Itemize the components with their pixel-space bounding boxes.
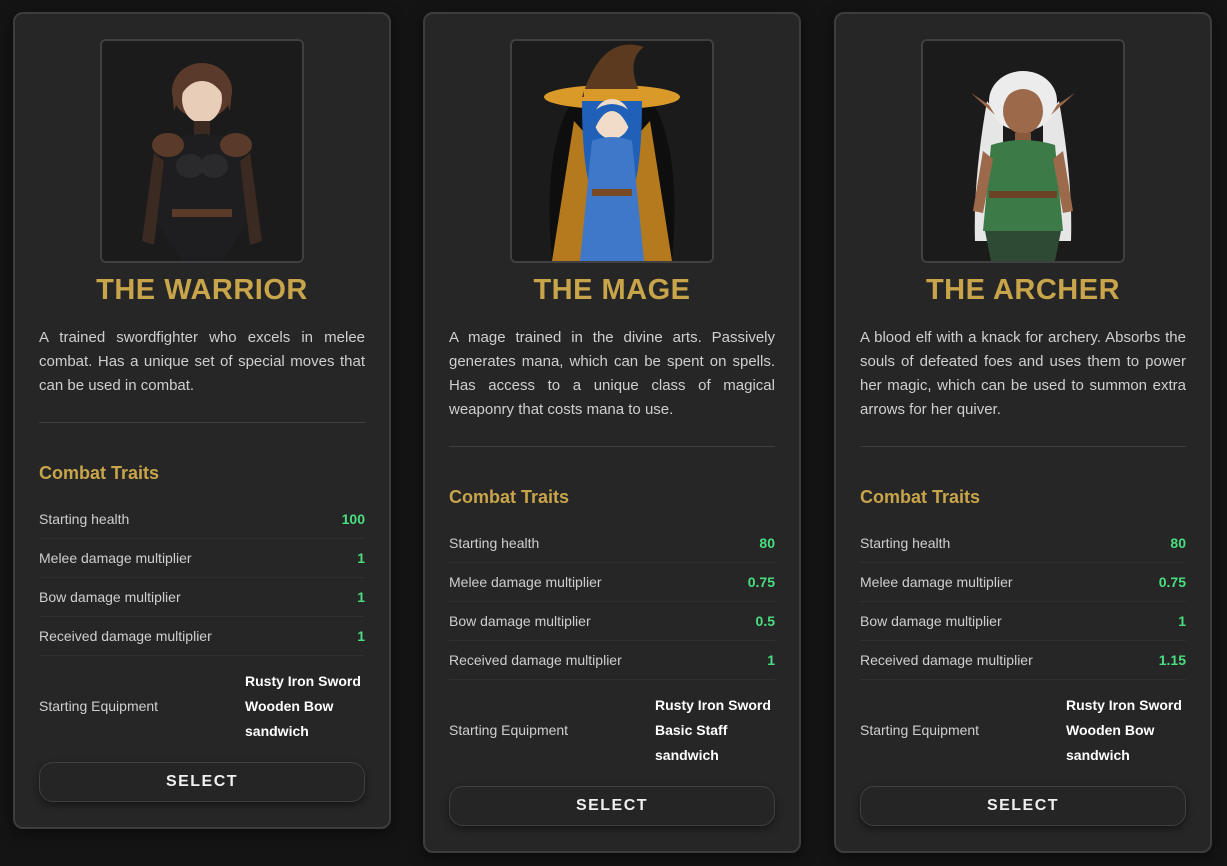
equipment-label: Starting Equipment: [860, 722, 980, 738]
trait-row-starting-health: Starting health 100: [39, 500, 365, 539]
equipment-item: Rusty Iron Sword: [245, 672, 361, 689]
trait-row-received-damage: Received damage multiplier 1: [449, 641, 775, 680]
trait-label: Received damage multiplier: [860, 652, 1033, 668]
trait-value: 1: [357, 589, 365, 605]
equipment-item: Basic Staff: [655, 721, 728, 738]
warrior-figure-icon: [102, 41, 302, 261]
equipment-item: sandwich: [1066, 746, 1130, 763]
trait-value: 0.5: [755, 613, 775, 629]
class-title: THE MAGE: [533, 274, 691, 306]
equipment-list: Rusty Iron Sword Basic Staff sandwich: [655, 693, 775, 768]
class-description: A trained swordfighter who excels in mel…: [39, 329, 365, 394]
trait-value: 0.75: [747, 574, 775, 590]
class-selection: THE WARRIOR A trained swordfighter who e…: [0, 0, 1227, 866]
mage-portrait-image: [510, 39, 714, 263]
trait-row-received-damage: Received damage multiplier 1.15: [860, 641, 1186, 680]
trait-row-bow-damage: Bow damage multiplier 0.5: [449, 602, 775, 641]
starting-equipment-row: Starting Equipment Rusty Iron Sword Wood…: [860, 680, 1186, 780]
equipment-label: Starting Equipment: [449, 722, 569, 738]
class-card-archer: THE ARCHER A blood elf with a knack for …: [834, 12, 1212, 853]
mage-figure-icon: [512, 41, 712, 261]
combat-traits-heading: Combat Traits: [39, 463, 160, 483]
starting-equipment-row: Starting Equipment Rusty Iron Sword Basi…: [449, 680, 775, 780]
trait-value: 0.75: [1158, 574, 1186, 590]
trait-value: 80: [759, 535, 775, 551]
equipment-item: sandwich: [245, 722, 309, 739]
trait-row-melee-damage: Melee damage multiplier 0.75: [860, 563, 1186, 602]
trait-row-received-damage: Received damage multiplier 1: [39, 617, 365, 656]
select-mage-button[interactable]: SELECT: [449, 786, 775, 826]
equipment-item: Rusty Iron Sword: [655, 696, 771, 713]
equipment-item: sandwich: [655, 746, 719, 763]
select-archer-button[interactable]: SELECT: [860, 786, 1186, 826]
trait-label: Starting health: [860, 535, 951, 551]
archer-portrait-image: [921, 39, 1125, 263]
trait-label: Bow damage multiplier: [449, 613, 591, 629]
trait-value: 1: [357, 550, 365, 566]
select-warrior-button[interactable]: SELECT: [39, 762, 365, 802]
trait-row-starting-health: Starting health 80: [449, 524, 775, 563]
trait-value: 100: [341, 511, 365, 527]
equipment-list: Rusty Iron Sword Wooden Bow sandwich: [245, 669, 365, 744]
trait-label: Received damage multiplier: [39, 628, 212, 644]
trait-label: Received damage multiplier: [449, 652, 622, 668]
starting-equipment-row: Starting Equipment Rusty Iron Sword Wood…: [39, 656, 365, 756]
divider: [449, 446, 775, 447]
equipment-item: Rusty Iron Sword: [1066, 696, 1182, 713]
equipment-label: Starting Equipment: [39, 698, 159, 714]
equipment-item: Wooden Bow: [245, 697, 334, 714]
trait-value: 1: [767, 652, 775, 668]
trait-label: Melee damage multiplier: [860, 574, 1013, 590]
trait-row-melee-damage: Melee damage multiplier 0.75: [449, 563, 775, 602]
divider: [39, 422, 365, 423]
trait-row-melee-damage: Melee damage multiplier 1: [39, 539, 365, 578]
combat-traits-heading: Combat Traits: [449, 487, 570, 507]
trait-label: Bow damage multiplier: [39, 589, 181, 605]
equipment-list: Rusty Iron Sword Wooden Bow sandwich: [1066, 693, 1186, 768]
trait-label: Bow damage multiplier: [860, 613, 1002, 629]
class-title: THE WARRIOR: [96, 274, 308, 306]
class-description: A blood elf with a knack for archery. Ab…: [860, 329, 1186, 418]
trait-label: Melee damage multiplier: [39, 550, 192, 566]
class-card-mage: THE MAGE A mage trained in the divine ar…: [423, 12, 801, 853]
archer-figure-icon: [923, 41, 1123, 261]
class-description: A mage trained in the divine arts. Passi…: [449, 329, 775, 418]
trait-label: Starting health: [39, 511, 130, 527]
trait-label: Melee damage multiplier: [449, 574, 602, 590]
trait-list: Starting health 100 Melee damage multipl…: [39, 500, 365, 756]
trait-row-starting-health: Starting health 80: [860, 524, 1186, 563]
warrior-portrait-image: [100, 39, 304, 263]
class-card-warrior: THE WARRIOR A trained swordfighter who e…: [13, 12, 391, 829]
trait-value: 1: [357, 628, 365, 644]
trait-row-bow-damage: Bow damage multiplier 1: [860, 602, 1186, 641]
trait-list: Starting health 80 Melee damage multipli…: [860, 524, 1186, 780]
trait-value: 1: [1178, 613, 1186, 629]
divider: [860, 446, 1186, 447]
class-title: THE ARCHER: [925, 274, 1121, 306]
trait-value: 80: [1170, 535, 1186, 551]
trait-row-bow-damage: Bow damage multiplier 1: [39, 578, 365, 617]
trait-value: 1.15: [1158, 652, 1186, 668]
trait-label: Starting health: [449, 535, 540, 551]
combat-traits-heading: Combat Traits: [860, 487, 981, 507]
equipment-item: Wooden Bow: [1066, 721, 1155, 738]
trait-list: Starting health 80 Melee damage multipli…: [449, 524, 775, 780]
